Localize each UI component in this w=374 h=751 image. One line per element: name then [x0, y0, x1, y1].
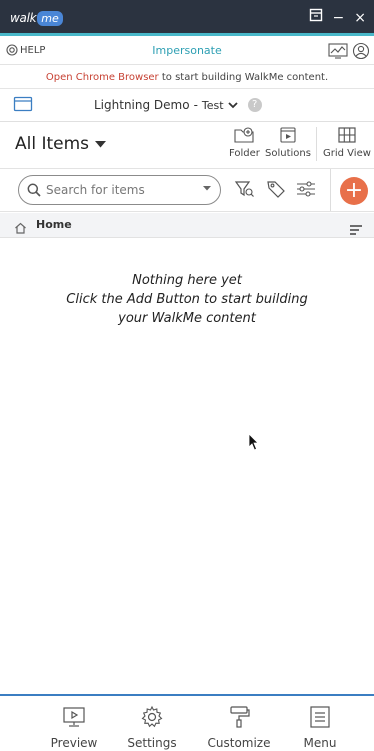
- menu-label: Menu: [303, 736, 337, 750]
- project-bar: Lightning Demo - Test ?: [0, 93, 374, 119]
- add-separator: [330, 169, 331, 211]
- tag-icon[interactable]: [266, 179, 286, 203]
- project-help-icon[interactable]: ?: [247, 98, 262, 112]
- solutions-button[interactable]: Solutions: [265, 126, 311, 159]
- empty-state-line3: your WalkMe content: [118, 311, 256, 326]
- project-separator: -: [193, 98, 198, 112]
- breadcrumb: Home: [0, 213, 374, 238]
- analytics-icon[interactable]: [328, 42, 348, 64]
- filter-icon[interactable]: [234, 179, 256, 203]
- solutions-icon: [280, 127, 296, 143]
- customize-label: Customize: [207, 736, 271, 750]
- user-profile-icon[interactable]: [352, 42, 370, 64]
- toolbar-separator: [316, 127, 317, 161]
- grid-view-label: Grid View: [323, 148, 371, 159]
- solutions-label: Solutions: [265, 148, 311, 159]
- preview-label: Preview: [50, 736, 98, 750]
- items-toolbar: All Items Folder Solutions Grid View: [0, 122, 374, 167]
- gear-icon: [141, 705, 163, 728]
- project-selector[interactable]: Lightning Demo - Test ?: [94, 98, 262, 112]
- title-bar: walk me − ×: [0, 0, 374, 36]
- logo-walk-text: walk: [10, 11, 37, 25]
- empty-state-line2: Click the Add Button to start building: [66, 292, 308, 307]
- folder-button[interactable]: Folder: [229, 126, 260, 159]
- help-bar-actions: [328, 42, 370, 64]
- all-items-dropdown[interactable]: All Items: [15, 134, 107, 154]
- search-icon: [27, 183, 41, 197]
- breadcrumb-home[interactable]: Home: [36, 218, 72, 231]
- close-button[interactable]: ×: [354, 9, 366, 27]
- paint-roller-icon: [230, 706, 250, 728]
- bottom-nav: Preview Settings Customize Menu: [0, 694, 374, 751]
- grid-view-button[interactable]: Grid View: [323, 126, 371, 159]
- search-bar: +: [0, 168, 374, 212]
- home-icon[interactable]: [14, 219, 27, 238]
- folder-label: Folder: [229, 148, 260, 159]
- search-input[interactable]: [46, 183, 186, 197]
- empty-state-line1: Nothing here yet: [132, 273, 242, 288]
- all-items-label: All Items: [15, 134, 90, 154]
- project-name: Lightning Demo: [94, 98, 190, 112]
- walkme-logo: walk me: [10, 9, 63, 27]
- project-environment: Test: [201, 98, 224, 112]
- preview-button[interactable]: Preview: [34, 705, 114, 750]
- sort-icon[interactable]: [350, 220, 362, 239]
- add-button[interactable]: +: [340, 177, 368, 205]
- preview-icon: [63, 707, 85, 727]
- browser-notice: Open Chrome Browser to start building Wa…: [0, 66, 374, 89]
- window-controls: − ×: [309, 8, 366, 27]
- dock-window-icon[interactable]: [309, 8, 323, 27]
- chevron-down-icon: [227, 102, 238, 109]
- help-bar: HELP Impersonate: [0, 39, 374, 65]
- empty-state: Nothing here yet Click the Add Button to…: [0, 271, 374, 328]
- notice-text: to start building WalkMe content.: [158, 72, 329, 83]
- search-box[interactable]: [18, 175, 221, 205]
- sliders-icon[interactable]: [296, 180, 316, 202]
- menu-button[interactable]: Menu: [280, 705, 360, 750]
- impersonate-link[interactable]: Impersonate: [0, 44, 374, 57]
- grid-view-icon: [338, 127, 356, 143]
- mouse-cursor-icon: [248, 433, 260, 455]
- search-dropdown-icon[interactable]: [202, 184, 212, 192]
- settings-button[interactable]: Settings: [112, 705, 192, 750]
- settings-label: Settings: [127, 736, 177, 750]
- environment-window-icon[interactable]: [13, 96, 33, 116]
- customize-button[interactable]: Customize: [199, 705, 279, 750]
- folder-add-icon: [234, 127, 255, 143]
- caret-down-icon: [95, 140, 107, 147]
- minimize-button[interactable]: −: [333, 9, 345, 27]
- logo-me-badge: me: [37, 10, 63, 26]
- filter-tools: [234, 179, 316, 203]
- open-chrome-link[interactable]: Open Chrome Browser: [46, 72, 159, 83]
- menu-icon: [310, 706, 330, 728]
